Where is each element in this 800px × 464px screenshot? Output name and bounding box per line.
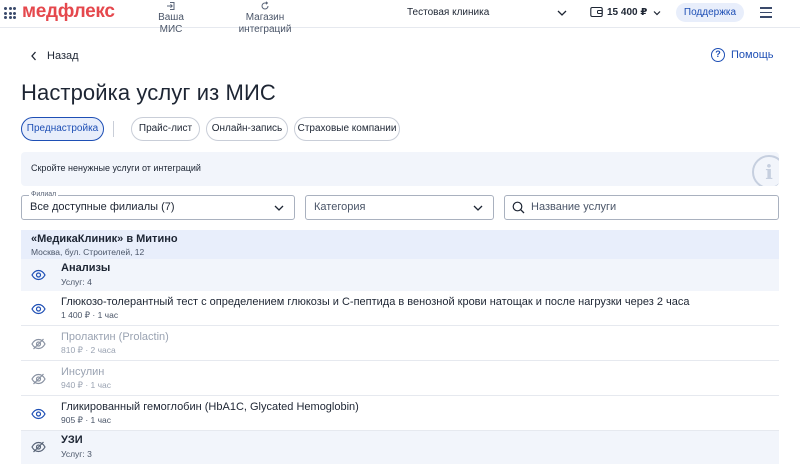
- chevron-down-icon[interactable]: [651, 7, 663, 19]
- tab-presetup[interactable]: Преднастройка: [21, 117, 104, 141]
- refresh-icon: [219, 1, 311, 11]
- search-icon: [512, 201, 525, 214]
- info-icon: i: [752, 155, 779, 186]
- category-name: Анализы: [61, 262, 111, 274]
- clinic-group-title: «МедикаКлиник» в Митино: [31, 233, 178, 245]
- page-title: Настройка услуг из МИС: [21, 80, 276, 105]
- apps-grid-icon[interactable]: [4, 7, 16, 19]
- service-name: Инсулин: [61, 366, 105, 378]
- category-row: УЗИ Услуг: 3: [21, 431, 779, 464]
- info-banner: Скройте ненужные услуги от интеграций i: [21, 152, 779, 186]
- back-button[interactable]: Назад: [29, 49, 79, 63]
- service-price-duration: 1 400 ₽ · 1 час: [61, 310, 119, 320]
- question-circle-icon: ?: [711, 48, 725, 62]
- tab-divider: [113, 121, 114, 137]
- service-row: Пролактин (Prolactin) 810 ₽ · 2 часа: [21, 326, 779, 361]
- category-name: УЗИ: [61, 434, 83, 446]
- branch-select-value: Все доступные филиалы (7): [30, 201, 175, 213]
- wallet-icon: [590, 6, 603, 18]
- service-row: Инсулин 940 ₽ · 1 час: [21, 361, 779, 396]
- clinic-selector[interactable]: Тестовая клиника: [407, 7, 489, 18]
- clinic-group-address: Москва, бул. Строителей, 12: [31, 247, 145, 257]
- eye-icon[interactable]: [31, 303, 46, 315]
- logo[interactable]: медфлекс: [22, 1, 115, 23]
- category-row: Анализы Услуг: 4: [21, 259, 779, 291]
- eye-off-icon[interactable]: [31, 373, 46, 385]
- category-select-placeholder: Категория: [314, 201, 366, 213]
- service-name: Гликированный гемоглобин (HbA1C, Glycate…: [61, 401, 359, 413]
- login-arrow-icon: [147, 1, 195, 11]
- service-price-duration: 905 ₽ · 1 час: [61, 415, 111, 425]
- branch-select[interactable]: Филиал Все доступные филиалы (7): [21, 190, 295, 220]
- eye-off-icon[interactable]: [31, 441, 46, 453]
- info-banner-text: Скройте ненужные услуги от интеграций: [31, 163, 201, 173]
- eye-icon[interactable]: [31, 408, 46, 420]
- chevron-left-icon: [31, 51, 36, 61]
- tab-online-booking[interactable]: Онлайн-запись: [206, 117, 288, 141]
- eye-off-icon[interactable]: [31, 338, 46, 350]
- support-button[interactable]: Поддержка: [676, 3, 744, 22]
- service-price-duration: 810 ₽ · 2 часа: [61, 345, 116, 355]
- service-name: Глюкозо-толерантный тест с определением …: [61, 296, 690, 308]
- chevron-down-icon[interactable]: [555, 6, 569, 20]
- nav-integrations-store[interactable]: Магазин интеграций: [219, 1, 311, 36]
- service-row: Глюкозо-толерантный тест с определением …: [21, 291, 779, 326]
- balance-amount[interactable]: 15 400 ₽: [607, 7, 647, 18]
- hamburger-menu-icon[interactable]: [760, 7, 772, 18]
- top-bar: медфлекс Ваша МИС Магазин интеграций Тес…: [0, 0, 800, 35]
- category-count: Услуг: 4: [61, 277, 92, 287]
- nav-your-mis[interactable]: Ваша МИС: [147, 1, 195, 36]
- service-search-placeholder: Название услуги: [531, 201, 617, 213]
- service-row: Гликированный гемоглобин (HbA1C, Glycate…: [21, 396, 779, 431]
- chevron-down-icon: [274, 205, 284, 211]
- eye-icon[interactable]: [31, 269, 46, 281]
- chevron-down-icon: [473, 205, 483, 211]
- category-count: Услуг: 3: [61, 449, 92, 459]
- category-select[interactable]: Категория: [305, 195, 494, 220]
- tab-insurance[interactable]: Страховые компании: [294, 117, 400, 141]
- help-button[interactable]: ? Помощь: [711, 48, 774, 62]
- clinic-group-header: «МедикаКлиник» в Митино Москва, бул. Стр…: [21, 230, 779, 259]
- service-price-duration: 940 ₽ · 1 час: [61, 380, 111, 390]
- tab-price-list[interactable]: Прайс-лист: [131, 117, 200, 141]
- service-name: Пролактин (Prolactin): [61, 331, 169, 343]
- service-search-input[interactable]: Название услуги: [504, 195, 779, 220]
